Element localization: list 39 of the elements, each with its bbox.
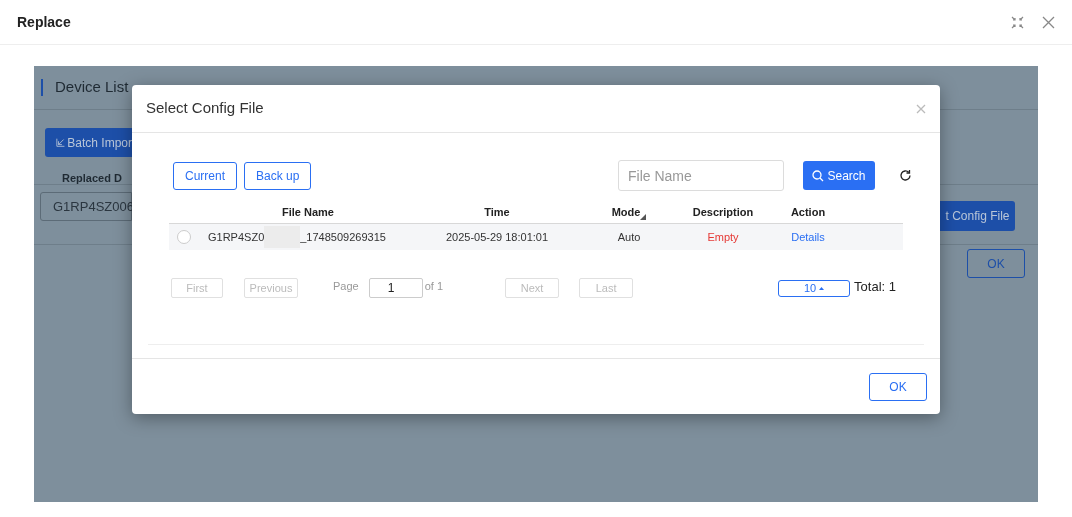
dialog-title: Select Config File <box>146 98 264 119</box>
table-row[interactable]: G1RP4SZ0 _1748509269315 2025-05-29 18:01:01 Auto Empty Details <box>169 224 903 250</box>
filter-tab[interactable]: Back up <box>244 161 312 190</box>
filter-tab[interactable]: Current <box>173 161 237 190</box>
table-cell-text: Auto <box>617 229 641 245</box>
page-size-select[interactable]: 10 <box>778 279 851 297</box>
file-name: _1748509269315 <box>300 229 386 245</box>
page-input[interactable]: 1 <box>368 278 423 298</box>
close-icon[interactable] <box>916 103 926 114</box>
config-file-button[interactable]: t Config File <box>940 201 1015 231</box>
file-name: G1RP4SZ0 <box>208 229 265 245</box>
search-button[interactable]: Search <box>803 161 875 190</box>
ok-button[interactable]: OK <box>869 373 927 401</box>
sort-icon[interactable] <box>640 213 647 220</box>
search-field[interactable]: File Name <box>618 160 784 191</box>
collapse-icon[interactable] <box>1011 15 1024 29</box>
close-icon[interactable] <box>1042 15 1055 29</box>
search-icon <box>812 169 825 182</box>
column-header: File Name <box>282 205 334 221</box>
caret-icon <box>819 286 825 290</box>
window-title: Replace <box>17 12 71 32</box>
column-header: Replaced D <box>62 172 122 184</box>
column-header: Action <box>790 205 826 221</box>
column-header: Time <box>484 205 510 221</box>
batch-import-button[interactable]: Batch Impor <box>45 128 132 157</box>
section-title: Device List <box>55 77 129 98</box>
table-cell-text: 2025-05-29 18:01:01 <box>445 229 549 245</box>
page-label: Page <box>333 279 359 295</box>
import-icon <box>56 137 66 148</box>
page-count: of 1 <box>424 279 444 295</box>
column-header: Mode <box>611 205 641 221</box>
device-field[interactable]: G1RP4SZ006 <box>40 192 132 221</box>
table-cell-text: Empty <box>707 229 739 245</box>
ok-button[interactable]: OK <box>967 249 1025 278</box>
total-count: Total: 1 <box>854 277 896 296</box>
refresh-icon[interactable] <box>899 169 912 182</box>
column-header: Description <box>692 205 754 221</box>
radio-button[interactable] <box>177 230 191 244</box>
details-link[interactable]: Details <box>791 228 825 246</box>
